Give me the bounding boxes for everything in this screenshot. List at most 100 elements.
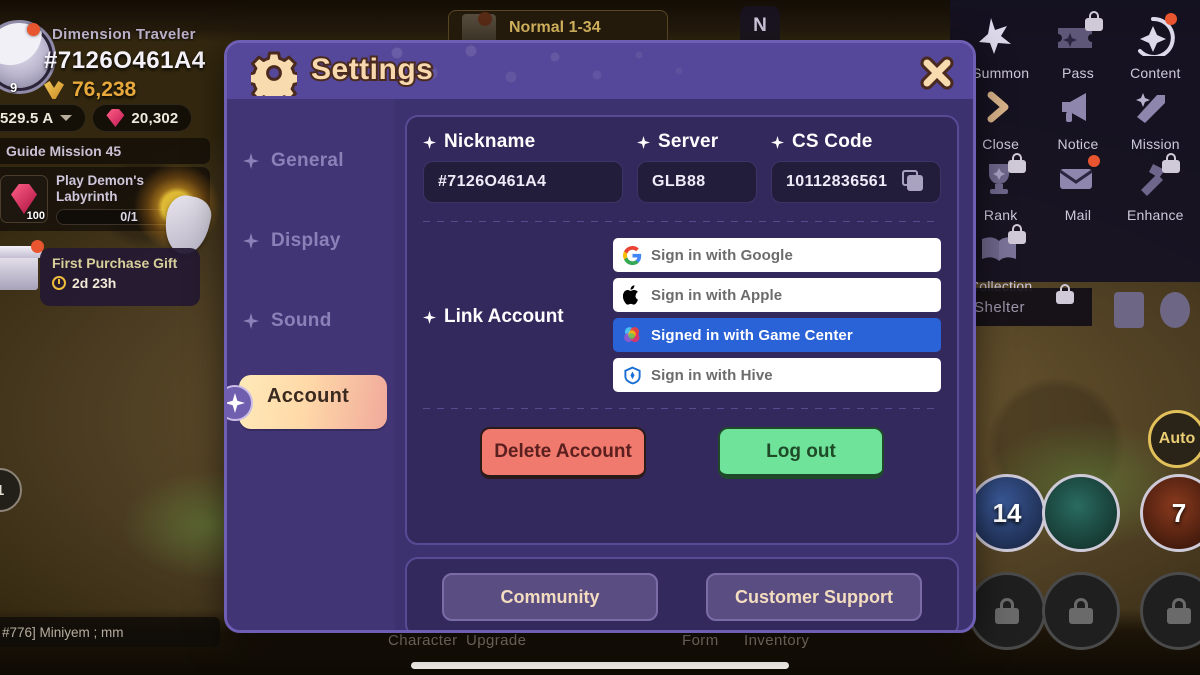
home-indicator (411, 662, 789, 669)
account-field-cs-code: CS Code 10112836561 (771, 131, 941, 203)
compass-star-icon (1131, 13, 1179, 60)
sidebar-item-label: Display (271, 230, 341, 251)
guide-mission-title: Guide Mission 45 (6, 143, 122, 159)
delete-account-button[interactable]: Delete Account (480, 427, 646, 479)
sidebar-item-account[interactable]: Account (227, 361, 395, 441)
skill-slot[interactable]: 14 (968, 474, 1046, 552)
lock-icon (1162, 153, 1181, 173)
skill-count: 7 (1171, 497, 1187, 528)
sidebar-item-sound[interactable]: Sound (227, 281, 395, 361)
sidebar-item-label: Account (267, 385, 350, 407)
community-button[interactable]: Community (442, 573, 658, 621)
field-value: #7126O461A4 (438, 173, 547, 190)
link-account-list: Sign in with Google Sign in with Apple Sig… (613, 238, 941, 392)
sidebar-item-general[interactable]: General (227, 121, 395, 201)
hammer-icon (1131, 153, 1181, 202)
field-label-wrap: Server (637, 131, 757, 153)
auto-label: Auto (1158, 430, 1196, 447)
right-menu-label: Enhance (1126, 207, 1184, 223)
right-menu-item-mission[interactable]: Mission (1119, 87, 1192, 152)
shelter-label: Shelter (974, 298, 1026, 316)
link-account-button-label: Signed in with Game Center (651, 326, 853, 344)
right-menu-panel: Summon Pass Content Close Notice Mission Rank M… (950, 0, 1200, 294)
sidebar-item-label: Sound (271, 310, 332, 331)
gem-icon (106, 109, 125, 127)
header-star-pattern (387, 43, 707, 99)
gear-icon[interactable] (1160, 292, 1190, 328)
sparkle-icon (423, 135, 436, 149)
link-account-label-wrap: Link Account (423, 238, 613, 392)
right-menu-item-mail[interactable]: Mail (1041, 155, 1114, 223)
link-account-button-apple[interactable]: Sign in with Apple (613, 278, 941, 312)
account-field-nickname: Nickname #7126O461A4 (423, 131, 623, 203)
gear-icon (251, 50, 297, 96)
right-menu-item-content[interactable]: Content (1119, 13, 1192, 81)
right-menu-item-enhance[interactable]: Enhance (1119, 153, 1192, 223)
stage-mode-label: N (753, 15, 767, 36)
external-links-card: Community Customer Support (405, 557, 959, 630)
lock-icon (1007, 153, 1026, 173)
notification-dot (1165, 13, 1178, 25)
power-value: 529.5 A (0, 109, 54, 127)
field-label-wrap: CS Code (771, 131, 941, 153)
chevron-down-icon (60, 115, 73, 121)
close-button[interactable] (917, 53, 957, 93)
right-menu-item-notice[interactable]: Notice (1041, 87, 1114, 152)
bottom-nav-form[interactable]: Form (682, 632, 719, 649)
log-out-button[interactable]: Log out (718, 427, 884, 479)
stars-icon (977, 16, 1025, 60)
right-menu-label: Pass (1062, 65, 1094, 81)
link-account-button-gamecenter[interactable]: Signed in with Game Center (613, 318, 941, 352)
field-value: GLB88 (652, 173, 706, 190)
gold-icon (44, 81, 64, 99)
stage-label: Normal 1-34 (509, 19, 601, 36)
book-icon (977, 224, 1026, 273)
action-button-label: Log out (766, 440, 836, 462)
settings-content: Nickname #7126O461A4 Server GLB88 CS Code 101… (395, 99, 973, 630)
gem-pill[interactable]: 20,302 (92, 104, 193, 132)
first-purchase-gift-banner[interactable]: First Purchase Gift 2d 23h (40, 248, 200, 306)
account-card: Nickname #7126O461A4 Server GLB88 CS Code 101… (405, 115, 959, 545)
lock-icon (1056, 284, 1074, 304)
hud-currency-bar: 529.5 A 20,302 (0, 104, 193, 132)
guide-mission-header: Guide Mission 45 (0, 138, 210, 164)
right-menu-label: Summon (972, 65, 1030, 81)
link-account-button-google[interactable]: Sign in with Google (613, 238, 941, 272)
avatar-level: 9 (10, 80, 18, 95)
hud-notification-dot (27, 23, 40, 36)
field-value-box[interactable]: #7126O461A4 (423, 161, 623, 203)
sidebar-item-display[interactable]: Display (227, 201, 395, 281)
sparkle-icon (771, 135, 784, 149)
power-pill[interactable]: 529.5 A (0, 104, 87, 132)
right-menu-label: Mail (1064, 207, 1092, 223)
ticket-icon (1054, 11, 1103, 60)
copy-icon[interactable] (902, 170, 926, 194)
hive-icon (613, 366, 651, 385)
link-account-button-hive[interactable]: Sign in with Hive (613, 358, 941, 392)
bottom-nav-upgrade[interactable]: Upgrade (466, 632, 526, 649)
field-label: Server (658, 131, 719, 152)
timer-icon (52, 276, 66, 290)
player-title: Dimension Traveler (52, 26, 196, 43)
sparkle-icon (423, 310, 436, 324)
customer-support-button[interactable]: Customer Support (706, 573, 922, 621)
link-account-button-label: Sign in with Google (651, 246, 793, 264)
right-menu-grid: Summon Pass Content Close Notice Mission Rank M… (950, 0, 1200, 294)
recycle-icon[interactable] (1114, 292, 1144, 328)
settings-sidebar: General Display Sound Account (227, 99, 395, 630)
link-account-label: Link Account (444, 306, 564, 327)
chevron-right-icon (977, 87, 1025, 131)
auto-button[interactable]: Auto (1148, 410, 1200, 468)
screen: Normal 1-34 N 9 Dimension Traveler #7126… (0, 0, 1200, 675)
right-menu-label: Content (1130, 65, 1181, 81)
field-value-box[interactable]: 10112836561 (771, 161, 941, 203)
bottom-nav-character[interactable]: Character (388, 632, 457, 649)
bottom-nav-inventory[interactable]: Inventory (744, 632, 809, 649)
divider (423, 408, 941, 409)
apple-icon (613, 285, 651, 305)
link-account-button-label: Sign in with Hive (651, 366, 773, 384)
lock-icon (995, 598, 1019, 624)
skill-slot[interactable] (1042, 474, 1120, 552)
field-value-box[interactable]: GLB88 (637, 161, 757, 203)
right-menu-item-pass[interactable]: Pass (1041, 11, 1114, 81)
